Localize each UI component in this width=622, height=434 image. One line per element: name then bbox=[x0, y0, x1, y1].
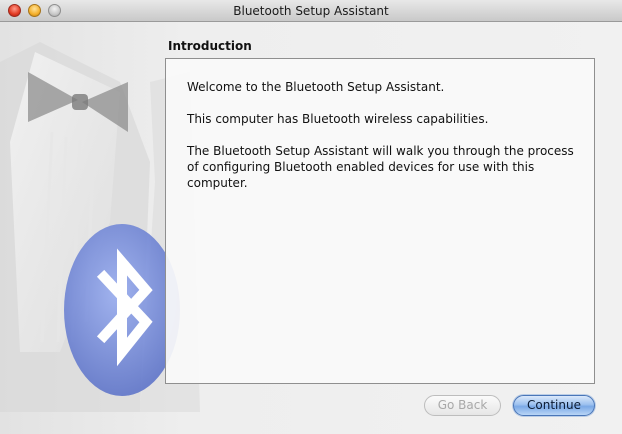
window-title: Bluetooth Setup Assistant bbox=[233, 4, 389, 18]
introduction-panel: Welcome to the Bluetooth Setup Assistant… bbox=[165, 58, 595, 384]
go-back-button[interactable]: Go Back bbox=[424, 395, 501, 416]
section-title: Introduction bbox=[168, 39, 252, 53]
continue-button[interactable]: Continue bbox=[513, 395, 595, 416]
setup-assistant-window: Bluetooth Setup Assistant Introduction W… bbox=[0, 0, 622, 434]
bluetooth-icon bbox=[64, 224, 180, 396]
welcome-text: Welcome to the Bluetooth Setup Assistant… bbox=[187, 80, 445, 94]
description-text: The Bluetooth Setup Assistant will walk … bbox=[187, 144, 574, 190]
title-bar[interactable]: Bluetooth Setup Assistant bbox=[0, 0, 622, 22]
capability-text: This computer has Bluetooth wireless cap… bbox=[187, 112, 489, 126]
